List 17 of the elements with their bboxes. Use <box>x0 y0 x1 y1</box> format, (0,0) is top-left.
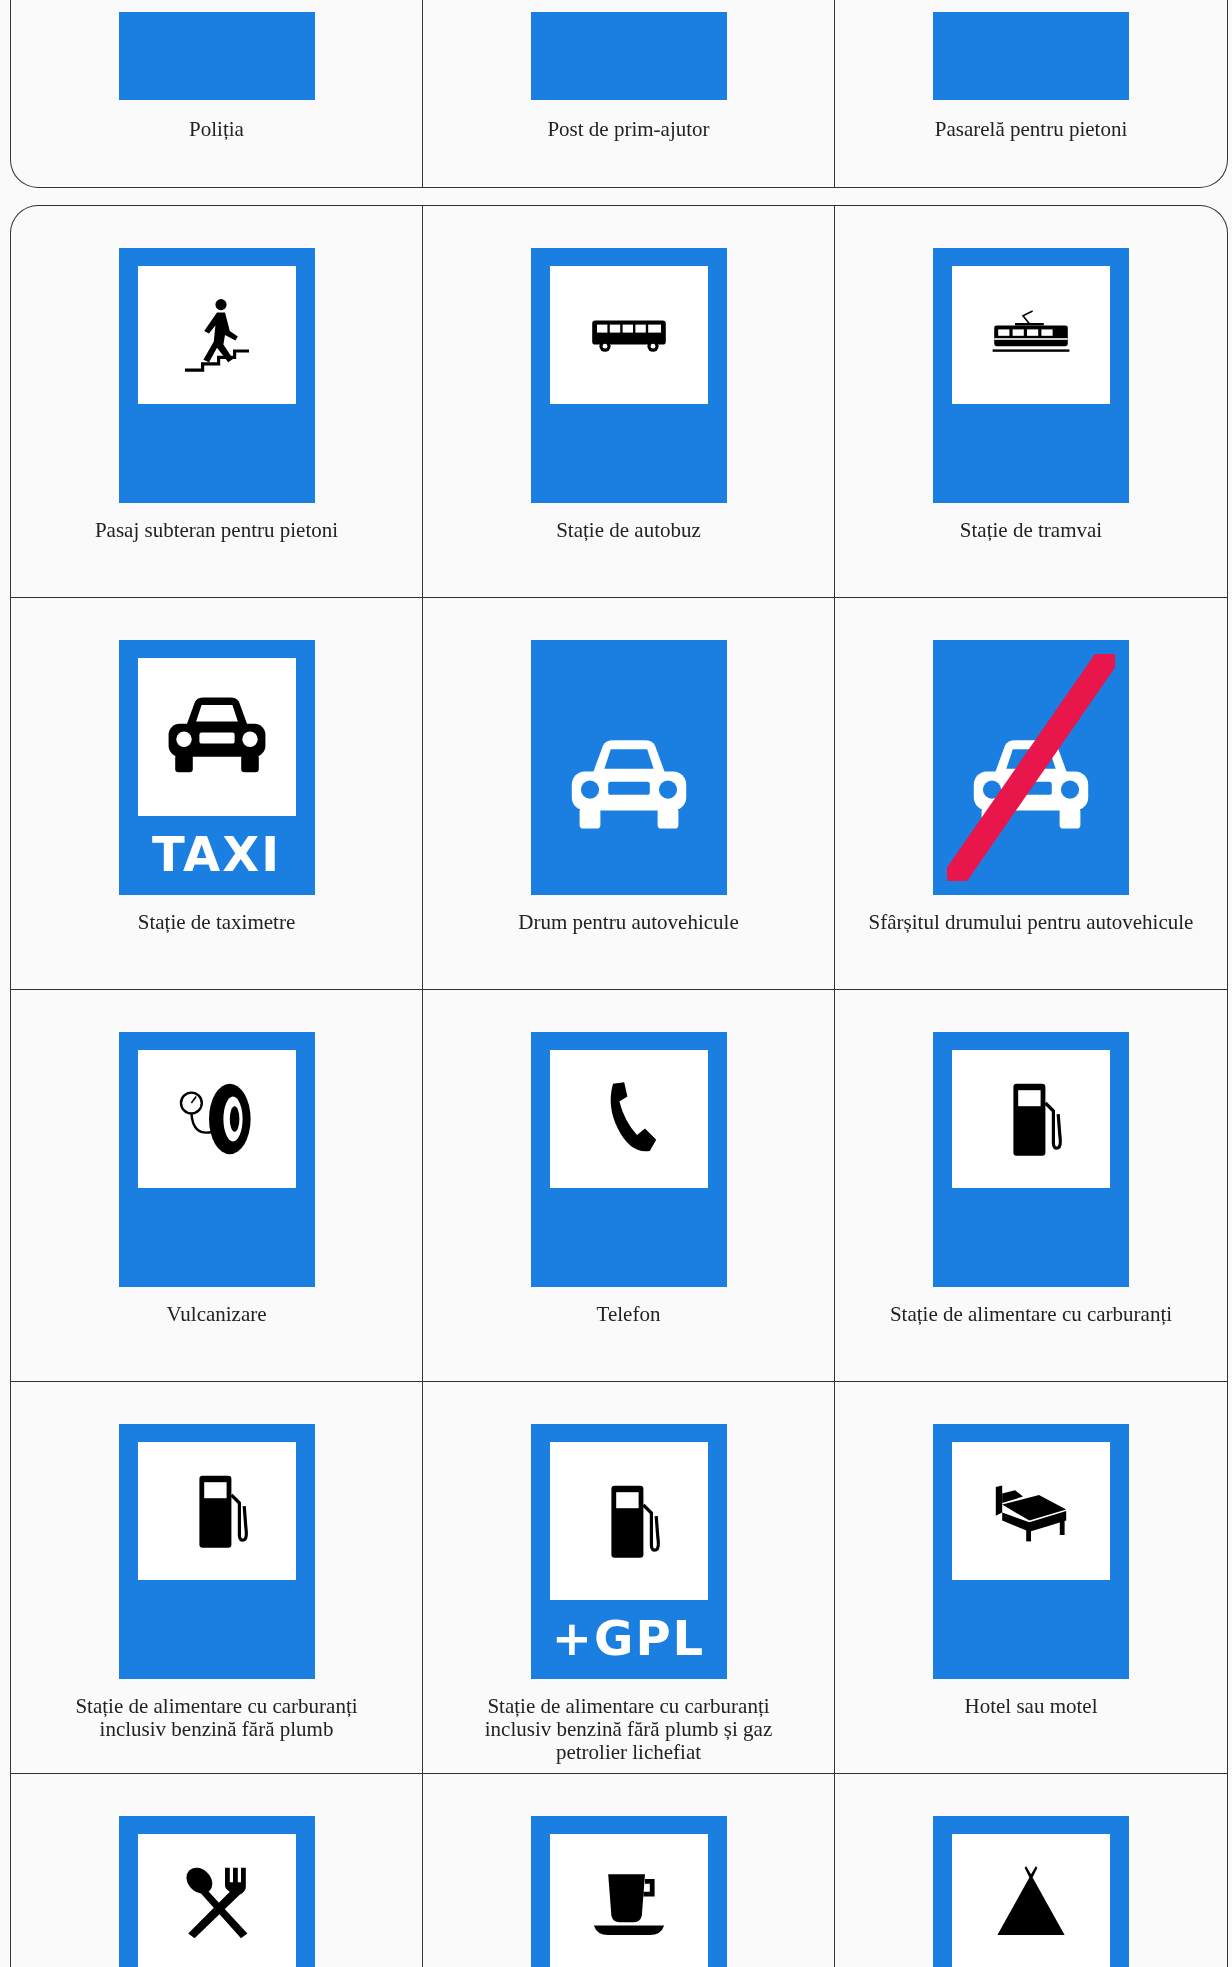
sign-caption: Pasaj subteran pentru pietoni <box>94 519 339 543</box>
sign-caption: Poliția <box>189 118 244 142</box>
sign-caption: Post de prim-ajutor <box>547 118 710 142</box>
sign-caption: Vulcanizare <box>166 1303 267 1327</box>
sign-caption: Sfârșitul drumului pentru autovehicule <box>868 911 1194 935</box>
sign-caption: Stație de alimentare cu carburanți <box>889 1303 1173 1327</box>
sign-text: +GPL <box>551 1614 706 1662</box>
sign-caption: Stație de tramvai <box>959 519 1103 543</box>
sign-caption: Drum pentru autovehicule <box>518 911 739 935</box>
sign-caption: Stație de alimentare cu carburanți inclusiv benzină fără plumb <box>74 1695 359 1742</box>
sign-caption: Stație de autobuz <box>556 519 701 543</box>
sign-caption: Stație de alimentare cu carburanți inclusiv benzină fără plumb și gaz petrolier lichefiat <box>483 1695 774 1765</box>
sign-caption: Stație de taximetre <box>137 911 296 935</box>
sign-caption: Pasarelă pentru pietoni <box>934 118 1128 142</box>
sign-caption: Telefon <box>596 1303 661 1327</box>
sign-text: TAXI <box>152 830 281 878</box>
sign-caption: Hotel sau motel <box>964 1695 1098 1719</box>
